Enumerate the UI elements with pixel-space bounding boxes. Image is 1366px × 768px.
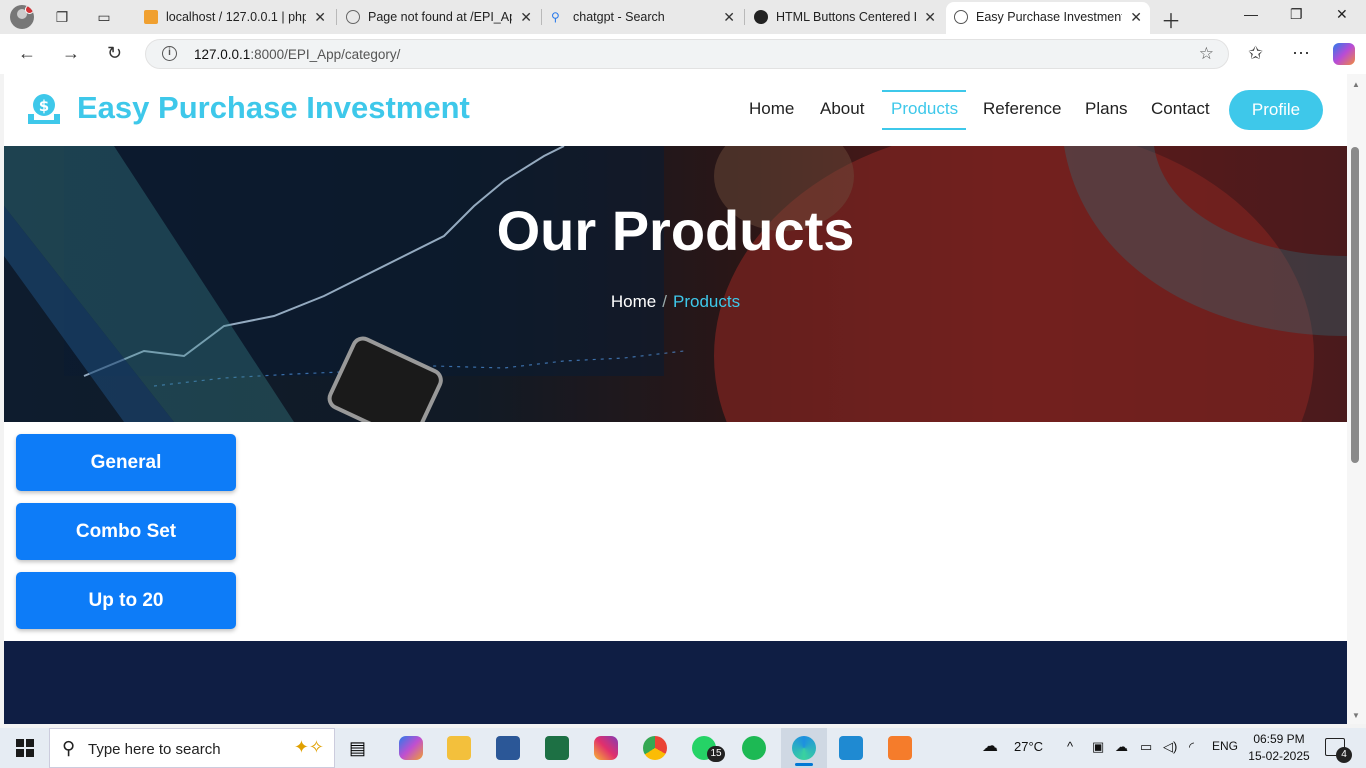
weather-icon[interactable]: ☁ xyxy=(982,736,998,756)
hero-banner: Our Products Home / Products xyxy=(4,146,1347,422)
tab-chatgpt-search[interactable]: ⚲ chatgpt - Search ✕ xyxy=(543,4,743,32)
nav-reference[interactable]: Reference xyxy=(983,99,1061,119)
excel-icon[interactable] xyxy=(545,736,569,760)
svg-text:$: $ xyxy=(39,97,49,115)
profile-button[interactable]: Profile xyxy=(1229,90,1323,130)
category-button-up-to-20[interactable]: Up to 20 xyxy=(16,572,236,629)
new-tab-icon[interactable]: ＋ xyxy=(1161,5,1181,34)
meet-now-icon[interactable]: ▣ xyxy=(1092,739,1104,755)
globe-icon xyxy=(954,10,968,24)
tab-page-not-found[interactable]: Page not found at /EPI_App ✕ xyxy=(338,4,540,32)
language-indicator[interactable]: ENG xyxy=(1212,739,1238,753)
copilot-icon[interactable] xyxy=(1333,43,1355,65)
close-tab-icon[interactable]: ✕ xyxy=(314,4,326,30)
copilot-app-icon[interactable] xyxy=(399,736,423,760)
site-footer xyxy=(4,641,1347,724)
nav-active-indicator-top xyxy=(882,90,966,92)
taskbar-search-placeholder: Type here to search xyxy=(88,741,221,758)
page-title: Our Products xyxy=(496,199,855,262)
tab-phpmyadmin[interactable]: localhost / 127.0.0.1 | phpMyAdmin ✕ xyxy=(136,4,334,32)
money-bag-icon: $ xyxy=(28,94,60,124)
nav-contact[interactable]: Contact xyxy=(1151,99,1210,119)
tab-easy-purchase-investment[interactable]: Easy Purchase Investment ✕ xyxy=(946,2,1150,34)
close-window-icon[interactable]: ✕ xyxy=(1336,6,1348,23)
vscode-icon[interactable] xyxy=(839,736,863,760)
nav-about[interactable]: About xyxy=(820,99,864,119)
close-tab-icon[interactable]: ✕ xyxy=(924,4,936,30)
tab-actions-icon[interactable]: ▭ xyxy=(94,7,114,27)
close-tab-icon[interactable]: ✕ xyxy=(520,4,532,30)
favorite-star-icon[interactable]: ☆ xyxy=(1199,44,1214,64)
scrollbar-thumb[interactable] xyxy=(1351,147,1359,463)
workspaces-icon[interactable]: ❐ xyxy=(52,7,72,27)
hero-background-image xyxy=(4,146,1347,422)
breadcrumb: Home / Products xyxy=(4,292,1347,312)
battery-icon[interactable]: ▭ xyxy=(1140,739,1152,755)
taskbar-search-box[interactable]: ⚲ Type here to search ✦✧ xyxy=(49,728,335,768)
search-icon: ⚲ xyxy=(62,738,76,758)
nav-home[interactable]: Home xyxy=(749,99,794,119)
browser-tab-strip: ❐ ▭ localhost / 127.0.0.1 | phpMyAdmin ✕… xyxy=(0,0,1366,34)
show-hidden-icons-icon[interactable]: ^ xyxy=(1067,739,1073,754)
brand-name[interactable]: Easy Purchase Investment xyxy=(77,90,470,126)
file-explorer-icon[interactable] xyxy=(447,736,471,760)
chatgpt-favicon-icon xyxy=(754,10,768,24)
edge-icon[interactable] xyxy=(792,736,816,760)
whatsapp-badge: 15 xyxy=(707,746,725,762)
profile-avatar[interactable] xyxy=(10,5,34,29)
word-icon[interactable] xyxy=(496,736,520,760)
minimize-icon[interactable]: — xyxy=(1244,6,1258,22)
phpmyadmin-favicon-icon xyxy=(144,10,158,24)
search-icon: ⚲ xyxy=(551,10,560,24)
forward-icon[interactable]: → xyxy=(62,43,80,64)
site-header: $ Easy Purchase Investment Home About Pr… xyxy=(4,74,1347,146)
scroll-up-arrow-icon[interactable]: ▲ xyxy=(1352,80,1360,89)
clock-time: 06:59 PM xyxy=(1253,732,1305,746)
breadcrumb-home[interactable]: Home xyxy=(611,292,656,311)
url-text[interactable]: 127.0.0.1:8000/EPI_App/category/ xyxy=(194,47,400,62)
tab-html-buttons[interactable]: HTML Buttons Centered Layout ✕ xyxy=(746,4,944,32)
category-button-general[interactable]: General xyxy=(16,434,236,491)
xampp-icon[interactable] xyxy=(888,736,912,760)
page-viewport: $ Easy Purchase Investment Home About Pr… xyxy=(4,74,1347,724)
category-button-combo-set[interactable]: Combo Set xyxy=(16,503,236,560)
nav-active-indicator-bottom xyxy=(882,128,966,130)
notifications-icon[interactable]: 4 xyxy=(1325,738,1352,763)
windows-start-icon[interactable] xyxy=(16,739,34,757)
nav-products[interactable]: Products xyxy=(891,99,958,119)
nav-plans[interactable]: Plans xyxy=(1085,99,1128,119)
globe-icon xyxy=(346,10,360,24)
task-view-icon[interactable]: ▤ xyxy=(349,736,373,760)
page-scrollbar[interactable]: ▲ ▼ xyxy=(1347,74,1366,724)
windows-taskbar: ⚲ Type here to search ✦✧ ▤ 15 ☁ 27°C ^ ▣… xyxy=(0,728,1366,768)
instagram-icon[interactable] xyxy=(594,736,618,760)
clock-date: 15-02-2025 xyxy=(1248,749,1310,763)
notification-count: 4 xyxy=(1336,747,1352,763)
restore-icon[interactable]: ❐ xyxy=(1290,6,1303,23)
scroll-down-arrow-icon[interactable]: ▼ xyxy=(1352,711,1360,720)
volume-icon[interactable]: ◁) xyxy=(1163,739,1177,755)
more-menu-icon[interactable]: ⋯ xyxy=(1292,43,1310,64)
address-bar[interactable]: i 127.0.0.1:8000/EPI_App/category/ ☆ xyxy=(145,39,1229,69)
wifi-icon[interactable]: ◜ xyxy=(1189,739,1194,755)
breadcrumb-separator: / xyxy=(662,292,667,311)
network-status-icon[interactable]: ☁ xyxy=(1115,739,1128,755)
back-icon[interactable]: ← xyxy=(18,43,36,64)
favorites-icon[interactable]: ✩ xyxy=(1248,43,1263,64)
search-highlight-icon: ✦✧ xyxy=(293,737,324,757)
breadcrumb-current: Products xyxy=(673,292,741,311)
browser-toolbar: ← → ↻ i 127.0.0.1:8000/EPI_App/category/… xyxy=(0,34,1366,74)
site-info-icon[interactable]: i xyxy=(162,46,177,61)
spotify-icon[interactable] xyxy=(742,736,766,760)
close-tab-icon[interactable]: ✕ xyxy=(1130,2,1142,32)
close-tab-icon[interactable]: ✕ xyxy=(723,4,735,30)
system-clock[interactable]: 06:59 PM 15-02-2025 xyxy=(1248,731,1310,765)
chrome-icon[interactable] xyxy=(643,736,667,760)
weather-temperature[interactable]: 27°C xyxy=(1014,739,1043,754)
refresh-icon[interactable]: ↻ xyxy=(107,43,122,64)
